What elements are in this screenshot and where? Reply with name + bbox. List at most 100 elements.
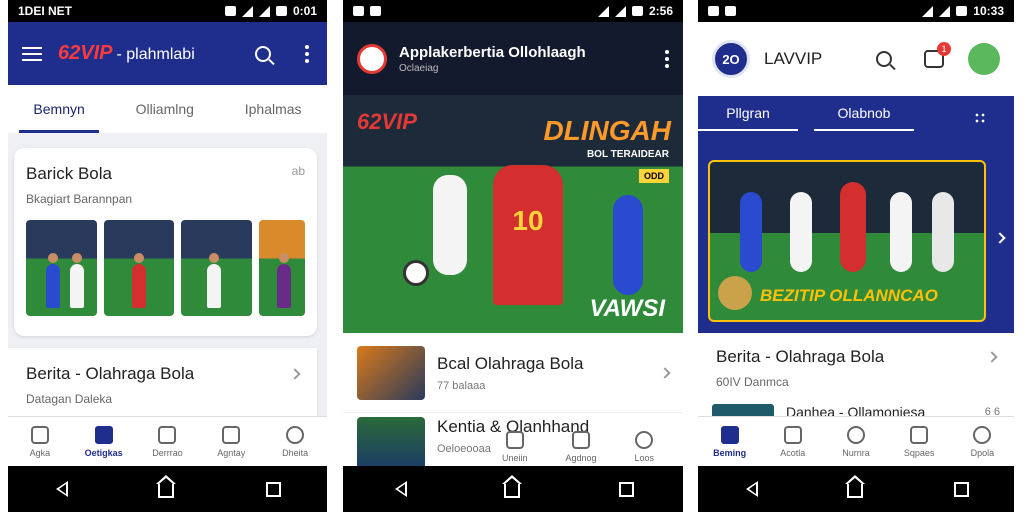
chat-icon <box>222 425 241 444</box>
player-figure <box>740 192 762 272</box>
app-title: Applakerbertia Ollohlaagh <box>399 43 586 61</box>
home-button-icon[interactable] <box>844 475 865 498</box>
nav-item[interactable]: Dpola <box>951 425 1014 458</box>
hero-caption: VAWSI <box>589 295 665 322</box>
thumbnail[interactable] <box>103 220 175 316</box>
hero-banner[interactable]: 62VIP DLINGAH BOL TERAIDEAR ODD 10 VAWSI <box>343 95 683 333</box>
thumbnail[interactable] <box>181 220 252 316</box>
card-subtitle: 60IV Danmca <box>716 375 789 389</box>
player-figure <box>433 175 467 275</box>
nav-item[interactable]: Oetigkas <box>72 425 136 458</box>
search-icon[interactable] <box>255 45 271 62</box>
signal-icon <box>614 5 626 17</box>
nav-item[interactable]: Derrrao <box>136 425 200 458</box>
shield-icon <box>571 431 590 449</box>
recents-icon[interactable] <box>266 481 281 497</box>
grid-icon[interactable] <box>974 112 986 124</box>
tab-2[interactable]: Olliamlng <box>122 85 208 133</box>
more-icon[interactable] <box>305 51 309 56</box>
thumbnail[interactable] <box>258 220 306 316</box>
app-logo: 2O <box>712 40 750 78</box>
phone-screen-2: 2:56 Applakerbertia Ollohlaagh Oclaeiag … <box>343 0 683 512</box>
search-icon[interactable] <box>876 51 892 67</box>
home-button-icon[interactable] <box>501 475 522 498</box>
news-thumbnail <box>357 345 425 400</box>
carousel-next-icon[interactable] <box>994 232 1006 244</box>
recents-icon[interactable] <box>618 481 634 497</box>
bottom-nav: Agka Oetigkas Derrrao Agntay Dheita <box>8 416 327 466</box>
thumbnail[interactable] <box>26 220 97 316</box>
status-icons: 2:56 <box>597 4 673 18</box>
chevron-right-icon <box>289 368 301 380</box>
system-nav-bar <box>343 466 683 512</box>
nav-item[interactable]: Loos <box>634 431 654 463</box>
profile-icon <box>973 425 992 444</box>
tab-3[interactable]: Iphalmas <box>231 85 316 133</box>
carrier-label: 1DEI NET <box>18 4 73 18</box>
home-icon <box>30 425 49 444</box>
nav-item[interactable]: Acotla <box>761 425 824 458</box>
system-nav-bar <box>698 466 1014 512</box>
notification-icon[interactable]: 1 <box>924 42 951 68</box>
banner-caption: BEZITIP OLLANNCAO <box>760 286 938 305</box>
hero-headline: DLINGAH <box>543 115 671 146</box>
notif-icon <box>708 6 719 16</box>
notification-icons <box>353 6 381 16</box>
status-bar: 2:56 <box>343 0 683 22</box>
avatar[interactable] <box>968 43 1000 75</box>
news-icon <box>158 425 177 444</box>
phone-screen-1: 1DEI NET 0:01 62VIP - plahmlabi Bemnyn Ol… <box>8 0 327 512</box>
nav-item[interactable]: Sqpaes <box>888 425 951 458</box>
battery-icon <box>956 6 968 16</box>
home-button-icon[interactable] <box>156 475 176 498</box>
nav-item[interactable]: Dheita <box>263 425 327 458</box>
recents-icon[interactable] <box>953 481 969 497</box>
shield-icon <box>783 425 802 444</box>
notif-icon <box>370 6 381 16</box>
app-bar: 62VIP - plahmlabi <box>8 22 327 85</box>
team-crest <box>718 276 752 310</box>
more-icon[interactable] <box>665 56 669 61</box>
nav-item[interactable]: Beming <box>698 425 761 458</box>
home-icon <box>505 431 524 449</box>
nav-item[interactable]: Agdnog <box>565 431 597 463</box>
news-card[interactable]: Barick Bola ab Bkagiart Barannpan <box>14 148 317 336</box>
card-aside: ab <box>291 164 305 178</box>
wifi-icon <box>597 5 609 17</box>
nav-item[interactable]: Agntay <box>199 425 263 458</box>
nav-item[interactable]: Nurnra <box>824 425 887 458</box>
tab-1[interactable]: Bemnyn <box>19 85 100 133</box>
status-icons: 10:33 <box>922 4 1004 18</box>
player-figure <box>932 192 954 272</box>
tab-1[interactable]: Pllgran <box>698 105 798 131</box>
status-icons: 0:01 <box>224 4 317 18</box>
back-icon[interactable] <box>744 481 758 497</box>
hero-subheadline: BOL TERAIDEAR <box>586 149 669 160</box>
news-card[interactable]: Berita - Olahraga Bola 60IV Danmca <box>698 333 1014 403</box>
chevron-right-icon <box>659 366 671 379</box>
notification-icons <box>708 6 736 16</box>
tab-2[interactable]: Olabnob <box>814 105 914 131</box>
app-subtitle: Oclaeiag <box>399 62 439 74</box>
hero-badge: ODD <box>639 169 669 183</box>
wifi-icon <box>241 5 253 17</box>
alarm-icon <box>224 6 236 16</box>
menu-icon[interactable] <box>22 46 42 61</box>
notif-icon <box>725 6 736 16</box>
player-figure <box>790 192 812 272</box>
content-area: Pllgran Olabnob BEZITIP OLLANNCAO <box>698 96 1014 333</box>
app-bar: 2O LAVVIP 1 <box>698 22 1014 96</box>
status-bar: 10:33 <box>698 0 1014 22</box>
nav-item[interactable]: Agka <box>8 425 72 458</box>
news-title: Bcal Olahraga Bola <box>437 353 584 373</box>
news-list-item[interactable]: Bcal Olahraga Bola 77 balaaa <box>343 333 683 413</box>
back-icon[interactable] <box>393 481 407 497</box>
match-banner[interactable]: BEZITIP OLLANNCAO <box>708 160 986 322</box>
chevron-right-icon <box>986 351 998 363</box>
card-subtitle: Bkagiart Barannpan <box>26 192 133 206</box>
clock: 10:33 <box>973 4 1004 18</box>
nav-item[interactable]: Uneiin <box>502 431 528 463</box>
back-icon[interactable] <box>54 481 68 497</box>
app-logo-icon <box>357 43 387 74</box>
profile-icon <box>286 425 305 444</box>
